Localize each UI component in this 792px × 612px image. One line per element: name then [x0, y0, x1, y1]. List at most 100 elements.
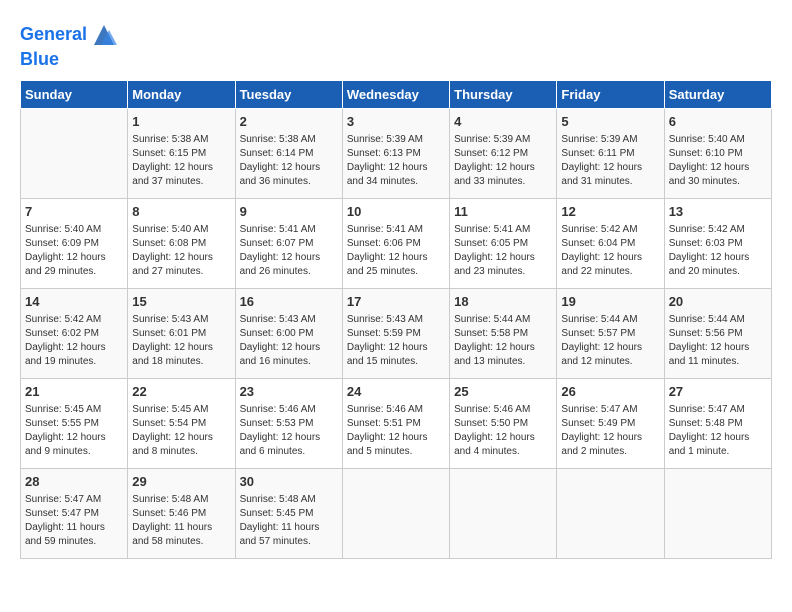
day-number: 4 [454, 113, 552, 131]
calendar-cell: 8 Sunrise: 5:40 AM Sunset: 6:08 PM Daylig… [128, 198, 235, 288]
calendar-header-sunday: Sunday [21, 80, 128, 108]
calendar-cell: 27 Sunrise: 5:47 AM Sunset: 5:48 PM Dayli… [664, 378, 771, 468]
logo: General Blue [20, 20, 119, 70]
calendar-cell: 24Sunrise: 5:46 AM Sunset: 5:51 PM Dayli… [342, 378, 449, 468]
calendar-cell: 26 Sunrise: 5:47 AM Sunset: 5:49 PM Dayli… [557, 378, 664, 468]
calendar-cell [342, 468, 449, 558]
cell-info: Sunrise: 5:46 AM Sunset: 5:53 PM Dayligh… [240, 403, 338, 459]
day-number: 21 [25, 383, 123, 401]
calendar-cell: 28Sunrise: 5:47 AM Sunset: 5:47 PM Dayli… [21, 468, 128, 558]
cell-info: Sunrise: 5:42 AM Sunset: 6:03 PM Dayligh… [669, 223, 767, 279]
day-number: 8 [132, 203, 230, 221]
calendar-header-monday: Monday [128, 80, 235, 108]
day-number: 19 [561, 293, 659, 311]
cell-info: Sunrise: 5:45 AM Sunset: 5:55 PM Dayligh… [25, 403, 123, 459]
calendar-header-thursday: Thursday [450, 80, 557, 108]
calendar-cell: 5 Sunrise: 5:39 AM Sunset: 6:11 PM Daylig… [557, 108, 664, 198]
cell-info: Sunrise: 5:41 AM Sunset: 6:06 PM Dayligh… [347, 223, 445, 279]
cell-info: Sunrise: 5:47 AM Sunset: 5:47 PM Dayligh… [25, 493, 123, 549]
calendar-table: SundayMondayTuesdayWednesdayThursdayFrid… [20, 80, 772, 559]
calendar-cell: 12 Sunrise: 5:42 AM Sunset: 6:04 PM Dayli… [557, 198, 664, 288]
calendar-cell: 2 Sunrise: 5:38 AM Sunset: 6:14 PM Daylig… [235, 108, 342, 198]
day-number: 1 [132, 113, 230, 131]
calendar-cell: 4 Sunrise: 5:39 AM Sunset: 6:12 PM Daylig… [450, 108, 557, 198]
calendar-cell: 18 Sunrise: 5:44 AM Sunset: 5:58 PM Dayli… [450, 288, 557, 378]
cell-info: Sunrise: 5:40 AM Sunset: 6:10 PM Dayligh… [669, 133, 767, 189]
logo-text: General [20, 25, 87, 45]
cell-info: Sunrise: 5:38 AM Sunset: 6:14 PM Dayligh… [240, 133, 338, 189]
day-number: 11 [454, 203, 552, 221]
calendar-cell: 11 Sunrise: 5:41 AM Sunset: 6:05 PM Dayli… [450, 198, 557, 288]
cell-info: Sunrise: 5:42 AM Sunset: 6:02 PM Dayligh… [25, 313, 123, 369]
cell-info: Sunrise: 5:46 AM Sunset: 5:51 PM Dayligh… [347, 403, 445, 459]
day-number: 18 [454, 293, 552, 311]
cell-info: Sunrise: 5:41 AM Sunset: 6:07 PM Dayligh… [240, 223, 338, 279]
calendar-cell: 22 Sunrise: 5:45 AM Sunset: 5:54 PM Dayli… [128, 378, 235, 468]
cell-info: Sunrise: 5:48 AM Sunset: 5:45 PM Dayligh… [240, 493, 338, 549]
calendar-cell: 1 Sunrise: 5:38 AM Sunset: 6:15 PM Daylig… [128, 108, 235, 198]
calendar-cell [557, 468, 664, 558]
calendar-cell: 7 Sunrise: 5:40 AM Sunset: 6:09 PM Daylig… [21, 198, 128, 288]
cell-info: Sunrise: 5:44 AM Sunset: 5:56 PM Dayligh… [669, 313, 767, 369]
day-number: 17 [347, 293, 445, 311]
cell-info: Sunrise: 5:41 AM Sunset: 6:05 PM Dayligh… [454, 223, 552, 279]
calendar-cell: 14Sunrise: 5:42 AM Sunset: 6:02 PM Dayli… [21, 288, 128, 378]
cell-info: Sunrise: 5:43 AM Sunset: 6:01 PM Dayligh… [132, 313, 230, 369]
calendar-cell: 20Sunrise: 5:44 AM Sunset: 5:56 PM Dayli… [664, 288, 771, 378]
calendar-week-row: 7 Sunrise: 5:40 AM Sunset: 6:09 PM Daylig… [21, 198, 772, 288]
day-number: 13 [669, 203, 767, 221]
day-number: 30 [240, 473, 338, 491]
calendar-cell: 15 Sunrise: 5:43 AM Sunset: 6:01 PM Dayli… [128, 288, 235, 378]
calendar-header-friday: Friday [557, 80, 664, 108]
day-number: 12 [561, 203, 659, 221]
day-number: 3 [347, 113, 445, 131]
cell-info: Sunrise: 5:46 AM Sunset: 5:50 PM Dayligh… [454, 403, 552, 459]
day-number: 26 [561, 383, 659, 401]
cell-info: Sunrise: 5:44 AM Sunset: 5:58 PM Dayligh… [454, 313, 552, 369]
calendar-cell [664, 468, 771, 558]
cell-info: Sunrise: 5:44 AM Sunset: 5:57 PM Dayligh… [561, 313, 659, 369]
calendar-week-row: 1 Sunrise: 5:38 AM Sunset: 6:15 PM Daylig… [21, 108, 772, 198]
day-number: 22 [132, 383, 230, 401]
calendar-cell: 3 Sunrise: 5:39 AM Sunset: 6:13 PM Daylig… [342, 108, 449, 198]
day-number: 16 [240, 293, 338, 311]
cell-info: Sunrise: 5:47 AM Sunset: 5:48 PM Dayligh… [669, 403, 767, 459]
calendar-week-row: 28Sunrise: 5:47 AM Sunset: 5:47 PM Dayli… [21, 468, 772, 558]
cell-info: Sunrise: 5:40 AM Sunset: 6:08 PM Dayligh… [132, 223, 230, 279]
day-number: 27 [669, 383, 767, 401]
cell-info: Sunrise: 5:39 AM Sunset: 6:11 PM Dayligh… [561, 133, 659, 189]
day-number: 7 [25, 203, 123, 221]
logo-subtext: Blue [20, 50, 119, 70]
calendar-cell: 23 Sunrise: 5:46 AM Sunset: 5:53 PM Dayli… [235, 378, 342, 468]
day-number: 25 [454, 383, 552, 401]
day-number: 15 [132, 293, 230, 311]
day-number: 5 [561, 113, 659, 131]
cell-info: Sunrise: 5:42 AM Sunset: 6:04 PM Dayligh… [561, 223, 659, 279]
calendar-cell: 30 Sunrise: 5:48 AM Sunset: 5:45 PM Dayli… [235, 468, 342, 558]
cell-info: Sunrise: 5:47 AM Sunset: 5:49 PM Dayligh… [561, 403, 659, 459]
day-number: 23 [240, 383, 338, 401]
calendar-cell: 19 Sunrise: 5:44 AM Sunset: 5:57 PM Dayli… [557, 288, 664, 378]
calendar-header-tuesday: Tuesday [235, 80, 342, 108]
day-number: 2 [240, 113, 338, 131]
calendar-header-wednesday: Wednesday [342, 80, 449, 108]
cell-info: Sunrise: 5:39 AM Sunset: 6:12 PM Dayligh… [454, 133, 552, 189]
logo-icon [89, 20, 119, 50]
calendar-cell: 17 Sunrise: 5:43 AM Sunset: 5:59 PM Dayli… [342, 288, 449, 378]
cell-info: Sunrise: 5:45 AM Sunset: 5:54 PM Dayligh… [132, 403, 230, 459]
calendar-cell: 13 Sunrise: 5:42 AM Sunset: 6:03 PM Dayli… [664, 198, 771, 288]
calendar-cell: 29Sunrise: 5:48 AM Sunset: 5:46 PM Dayli… [128, 468, 235, 558]
calendar-cell: 9Sunrise: 5:41 AM Sunset: 6:07 PM Daylig… [235, 198, 342, 288]
page-header: General Blue [20, 20, 772, 70]
cell-info: Sunrise: 5:43 AM Sunset: 6:00 PM Dayligh… [240, 313, 338, 369]
cell-info: Sunrise: 5:39 AM Sunset: 6:13 PM Dayligh… [347, 133, 445, 189]
cell-info: Sunrise: 5:40 AM Sunset: 6:09 PM Dayligh… [25, 223, 123, 279]
day-number: 6 [669, 113, 767, 131]
cell-info: Sunrise: 5:43 AM Sunset: 5:59 PM Dayligh… [347, 313, 445, 369]
cell-info: Sunrise: 5:38 AM Sunset: 6:15 PM Dayligh… [132, 133, 230, 189]
calendar-cell: 21 Sunrise: 5:45 AM Sunset: 5:55 PM Dayli… [21, 378, 128, 468]
cell-info: Sunrise: 5:48 AM Sunset: 5:46 PM Dayligh… [132, 493, 230, 549]
calendar-header-saturday: Saturday [664, 80, 771, 108]
calendar-cell [450, 468, 557, 558]
calendar-cell: 6 Sunrise: 5:40 AM Sunset: 6:10 PM Daylig… [664, 108, 771, 198]
